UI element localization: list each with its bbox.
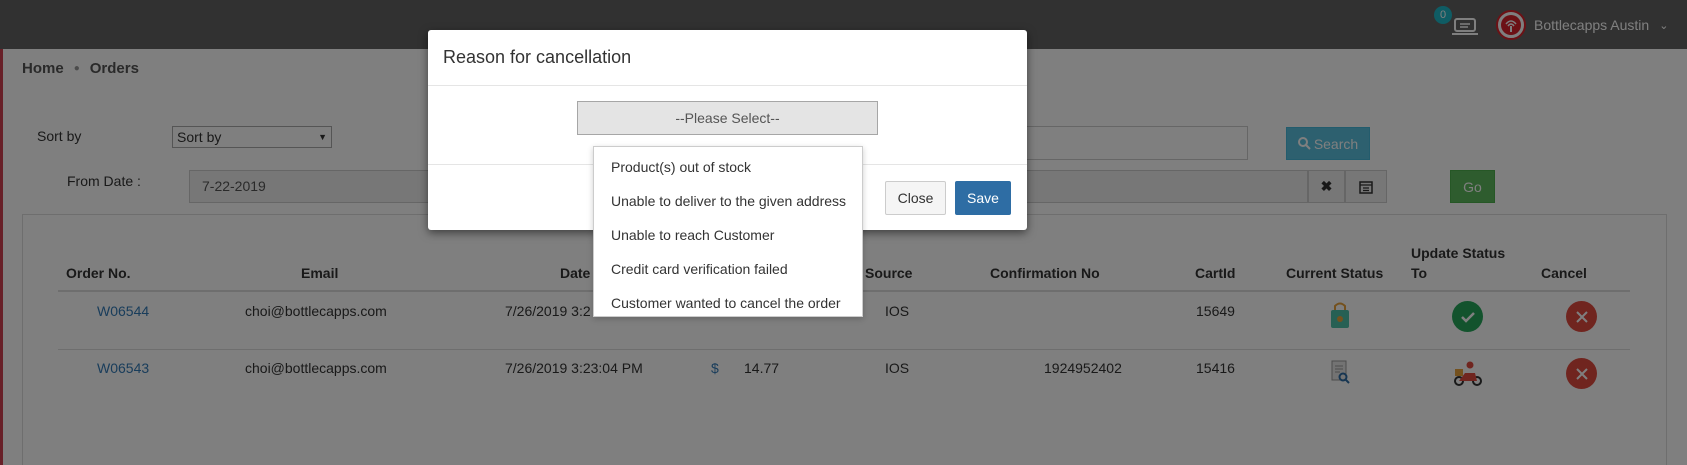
reason-option[interactable]: Unable to deliver to the given address [594,184,862,218]
save-button[interactable]: Save [955,181,1011,215]
modal-header-divider [428,85,1027,86]
reason-option[interactable]: Credit card verification failed [594,252,862,286]
reason-select[interactable]: --Please Select-- [577,101,878,135]
reason-dropdown-list: Product(s) out of stock Unable to delive… [593,146,863,317]
reason-option[interactable]: Product(s) out of stock [594,150,862,184]
modal-title: Reason for cancellation [443,47,632,67]
reason-option[interactable]: Customer wanted to cancel the order [594,286,862,320]
reason-option[interactable]: Unable to reach Customer [594,218,862,252]
close-button[interactable]: Close [885,181,946,215]
